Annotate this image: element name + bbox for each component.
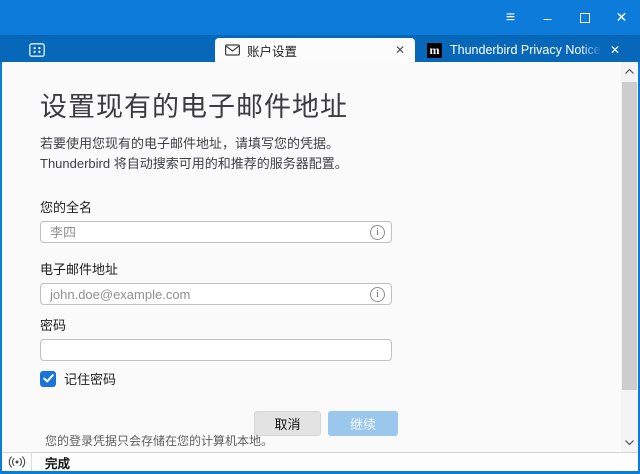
tab-privacy-notice[interactable]: m Thunderbird Privacy Notice — M ✕ (421, 38, 632, 62)
vertical-scrollbar[interactable] (621, 62, 638, 452)
account-setup-page: 设置现有的电子邮件地址 若要使用您现有的电子邮件地址，请填写您的凭据。 Thun… (2, 62, 638, 452)
fullname-label: 您的全名 (40, 197, 392, 216)
maximize-icon (580, 13, 590, 23)
minimize-button[interactable]: – (529, 0, 566, 35)
scroll-up-arrow-icon[interactable] (621, 64, 638, 79)
password-label: 密码 (40, 315, 392, 334)
thunderbird-window: ≡ – ✕ 账户设置 ✕ m (0, 0, 640, 474)
remember-password-label: 记住密码 (64, 369, 116, 388)
hamburger-menu-icon: ≡ (506, 9, 515, 27)
scrollbar-thumb[interactable] (622, 82, 637, 390)
radio-broadcast-icon (8, 456, 26, 468)
maximize-button[interactable] (566, 0, 603, 35)
app-menu-button[interactable]: ≡ (492, 0, 529, 35)
password-input[interactable] (40, 339, 392, 361)
remember-password-checkbox[interactable] (40, 371, 56, 387)
offline-indicator-button[interactable] (2, 453, 32, 471)
tab-bar: 账户设置 ✕ m Thunderbird Privacy Notice — M … (0, 36, 640, 62)
tab-account-setup-label: 账户设置 (247, 41, 297, 60)
close-icon: ✕ (616, 9, 628, 26)
tab-label-fade (580, 41, 602, 59)
continue-button[interactable]: 继续 (328, 411, 398, 436)
email-input[interactable] (40, 283, 392, 305)
envelope-settings-icon (225, 44, 240, 56)
fullname-input[interactable] (40, 221, 392, 243)
subtitle-line-2: Thunderbird 将自动搜索可用的和推荐的服务器配置。 (40, 154, 398, 174)
checkmark-icon (43, 374, 54, 383)
spaces-toolbar-button[interactable] (28, 42, 46, 57)
tab-close-icon[interactable]: ✕ (610, 43, 620, 57)
scroll-down-arrow-icon[interactable] (621, 435, 638, 450)
close-window-button[interactable]: ✕ (603, 0, 640, 35)
minimize-icon: – (544, 10, 552, 26)
tab-close-icon[interactable]: ✕ (395, 43, 405, 57)
title-bar: ≡ – ✕ (0, 0, 640, 36)
subtitle-line-1: 若要使用您现有的电子邮件地址，请填写您的凭据。 (40, 134, 398, 154)
credentials-footnote: 您的登录凭据只会存储在您的计算机本地。 (45, 432, 273, 449)
page-title: 设置现有的电子邮件地址 (40, 91, 398, 123)
spaces-grid-icon (29, 43, 45, 57)
info-icon[interactable]: i (370, 225, 385, 240)
info-icon[interactable]: i (370, 287, 385, 302)
email-label: 电子邮件地址 (40, 259, 392, 278)
status-text: 完成 (32, 453, 70, 471)
tab-account-setup[interactable]: 账户设置 ✕ (215, 38, 415, 62)
status-bar: 完成 (2, 452, 638, 471)
mozilla-favicon: m (427, 43, 442, 58)
